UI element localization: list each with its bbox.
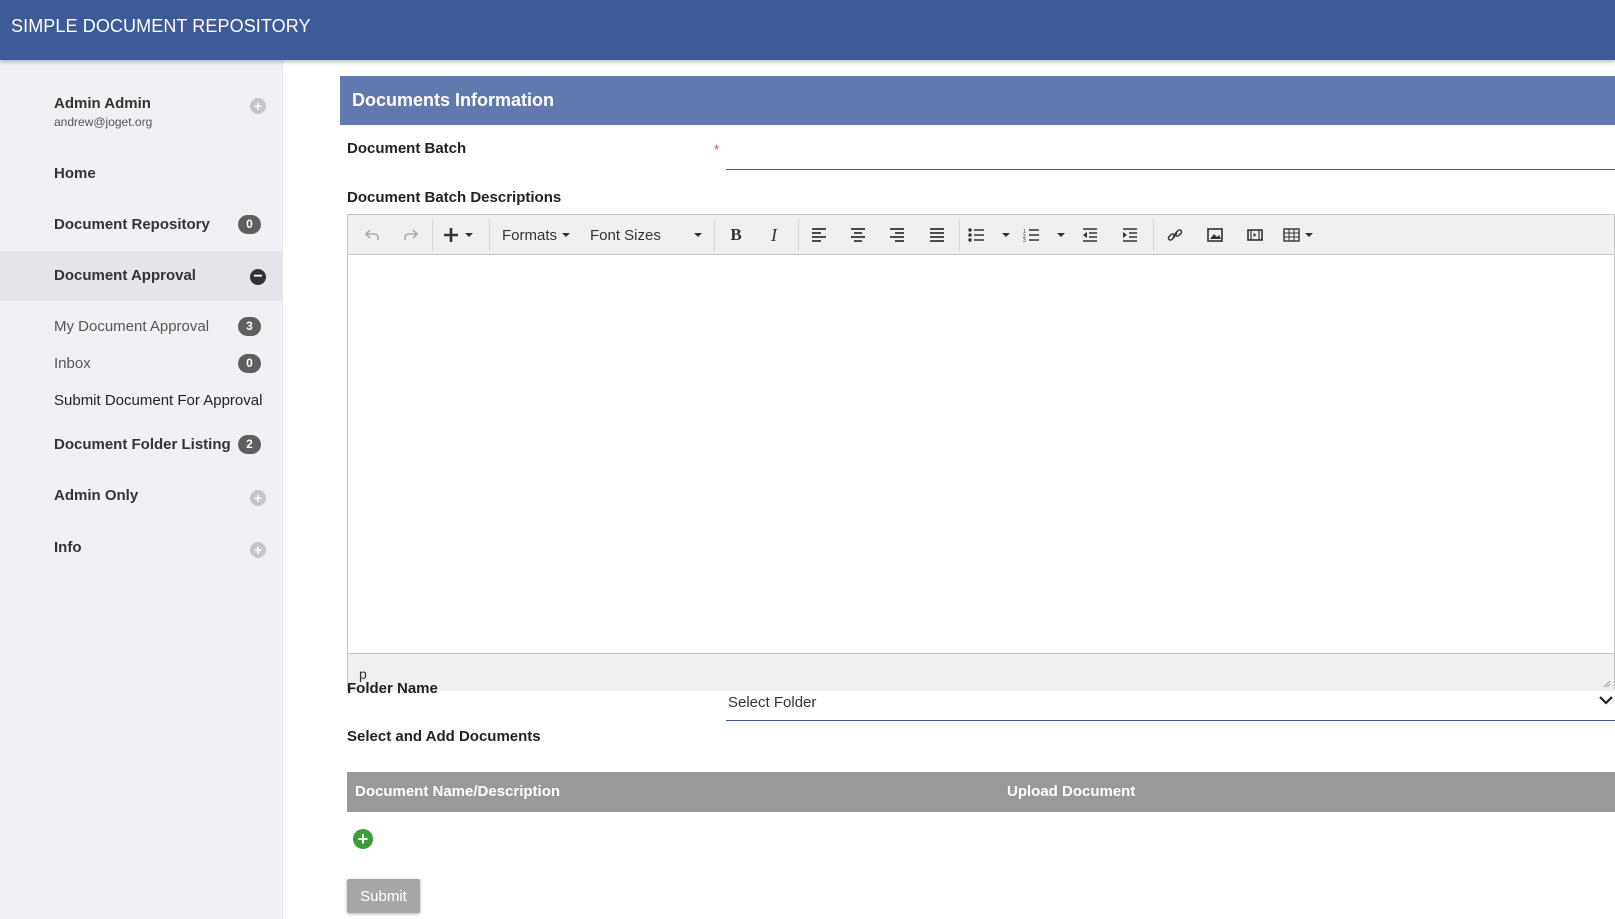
app-title[interactable]: SIMPLE DOCUMENT REPOSITORY [11,16,311,37]
column-header-upload: Upload Document [1007,783,1136,800]
toolbar-separator [489,219,490,251]
expand-icon[interactable]: + [250,490,266,506]
align-left-icon[interactable] [807,223,831,247]
document-batch-descriptions-label: Document Batch Descriptions [347,189,562,206]
folder-name-label: Folder Name [347,680,438,697]
sidebar-item-document-repository[interactable]: Document Repository 0 [0,199,282,249]
sidebar-item-info[interactable]: Info + [0,521,282,571]
add-row-icon[interactable]: + [353,829,373,849]
rich-text-editor: Formats Font Sizes B I 1 2 3 p [347,214,1615,691]
toolbar-separator [432,219,433,251]
font-sizes-label: Font Sizes [590,226,661,244]
section-header: Documents Information [340,76,1615,125]
bold-icon[interactable]: B [724,223,748,247]
sidebar-item-label: Document Repository [54,216,210,233]
redo-icon[interactable] [399,223,423,247]
font-sizes-dropdown[interactable]: Font Sizes [590,223,705,247]
undo-icon[interactable] [360,223,384,247]
user-profile[interactable]: Admin Admin andrew@joget.org [54,95,152,129]
svg-text:3: 3 [1023,238,1026,242]
sidebar-item-admin-only[interactable]: Admin Only + [0,470,282,520]
outdent-icon[interactable] [1078,223,1102,247]
sidebar-item-document-approval[interactable]: Document Approval − [0,251,282,301]
user-name: Admin Admin [54,95,151,112]
sidebar-item-label: Home [54,165,96,182]
italic-icon[interactable]: I [762,223,786,247]
indent-icon[interactable] [1118,223,1142,247]
user-email: andrew@joget.org [54,115,153,129]
toolbar-separator [1153,219,1154,251]
count-badge: 0 [238,354,261,373]
link-icon[interactable] [1163,223,1187,247]
editor-content-area[interactable] [348,255,1614,653]
documents-grid-header: Document Name/Description Upload Documen… [347,772,1615,812]
sidebar-item-label: Admin Only [54,487,139,504]
sidebar: Admin Admin andrew@joget.org + Home Docu… [0,60,283,919]
chevron-down-icon [1599,696,1613,705]
insert-plus-icon[interactable] [440,223,478,247]
required-marker: * [714,142,720,157]
sidebar-item-my-document-approval[interactable]: My Document Approval [54,318,209,335]
align-justify-icon[interactable] [925,223,949,247]
table-icon[interactable] [1281,223,1319,247]
toolbar-separator [798,219,799,251]
expand-user-icon[interactable]: + [250,98,266,114]
numbered-list-icon[interactable]: 123 [1022,223,1068,247]
toolbar-separator [959,219,960,251]
image-icon[interactable] [1203,223,1227,247]
section-title: Documents Information [352,90,555,110]
count-badge: 3 [238,317,261,336]
media-icon[interactable] [1243,223,1267,247]
count-badge: 0 [238,215,261,234]
sidebar-item-submit-document-for-approval[interactable]: Submit Document For Approval [54,392,262,409]
formats-dropdown[interactable]: Formats [502,223,572,247]
formats-label: Formats [502,226,558,244]
folder-select-value: Select Folder [728,694,817,711]
document-batch-label: Document Batch [347,140,467,157]
submit-button[interactable]: Submit [347,879,420,913]
sidebar-item-document-folder-listing[interactable]: Document Folder Listing 2 [0,419,282,469]
align-center-icon[interactable] [846,223,870,247]
sidebar-item-label: Document Folder Listing [54,436,231,453]
toolbar-separator [714,219,715,251]
sidebar-item-label: Document Approval [54,267,196,284]
bullet-list-icon[interactable] [967,223,1013,247]
expand-icon[interactable]: + [250,542,266,558]
document-batch-input[interactable] [726,138,1615,170]
count-badge: 2 [238,435,261,454]
align-right-icon[interactable] [885,223,909,247]
sidebar-item-label: Info [54,539,82,556]
sidebar-item-home[interactable]: Home [0,148,282,198]
column-header-name: Document Name/Description [355,783,561,800]
sidebar-item-inbox[interactable]: Inbox [54,355,91,372]
top-bar: SIMPLE DOCUMENT REPOSITORY [0,0,1615,60]
folder-name-select[interactable]: Select Folder [726,685,1615,721]
select-add-documents-label: Select and Add Documents [347,728,541,745]
collapse-icon[interactable]: − [250,269,266,285]
editor-toolbar: Formats Font Sizes B I 1 2 3 [348,215,1614,255]
